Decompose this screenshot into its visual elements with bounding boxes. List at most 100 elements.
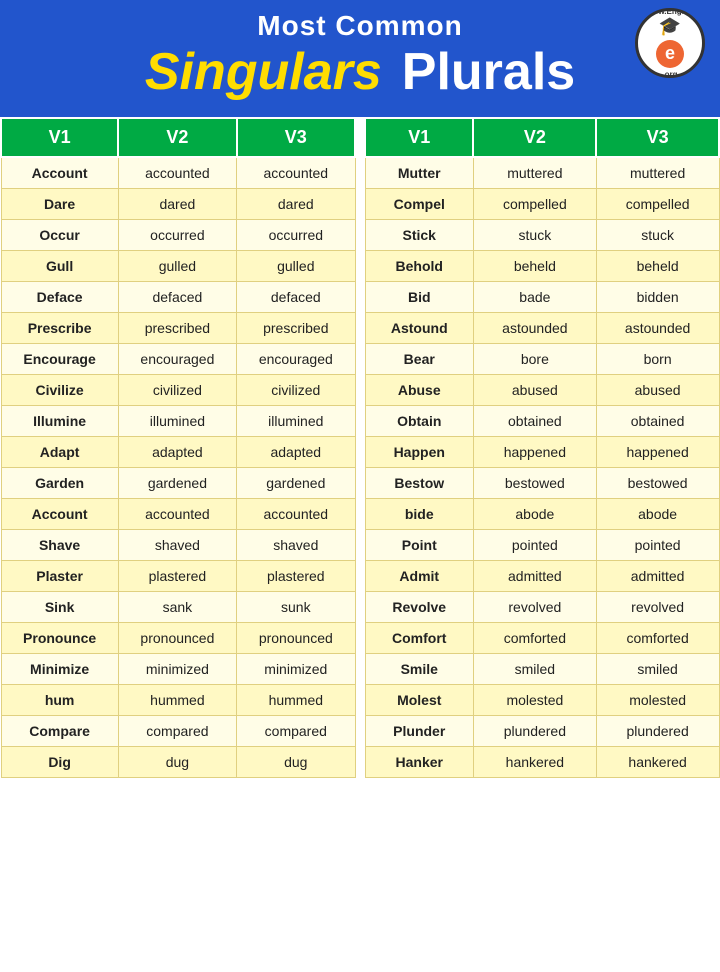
table-row: Gullgulledgulled — [1, 251, 355, 282]
header-subtitle: Singulars Plurals — [20, 42, 700, 102]
v3-cell: abode — [596, 499, 719, 530]
v2-cell: prescribed — [118, 313, 236, 344]
v1-cell: Sink — [1, 592, 118, 623]
v2-cell: pointed — [473, 530, 596, 561]
table-row: Illumineilluminedillumined — [1, 406, 355, 437]
table-row: Compelcompelledcompelled — [365, 189, 719, 220]
table-row: Defacedefaceddefaced — [1, 282, 355, 313]
v1-cell: Deface — [1, 282, 118, 313]
v3-cell: revolved — [596, 592, 719, 623]
v3-cell: dared — [237, 189, 355, 220]
v1-cell: Shave — [1, 530, 118, 561]
v1-cell: Pronounce — [1, 623, 118, 654]
v2-cell: astounded — [473, 313, 596, 344]
v3-cell: smiled — [596, 654, 719, 685]
v2-cell: stuck — [473, 220, 596, 251]
v2-cell: illumined — [118, 406, 236, 437]
table-row: Plunderplunderedplundered — [365, 716, 719, 747]
v1-cell: Account — [1, 157, 118, 189]
v3-cell: sunk — [237, 592, 355, 623]
table-row: Smilesmiledsmiled — [365, 654, 719, 685]
v2-cell: sank — [118, 592, 236, 623]
left-table-header: V1 V2 V3 — [1, 118, 355, 157]
v1-cell: Astound — [365, 313, 473, 344]
v3-cell: pronounced — [237, 623, 355, 654]
v1-cell: Gull — [1, 251, 118, 282]
right-table-body: MuttermutteredmutteredCompelcompelledcom… — [365, 157, 719, 778]
v1-cell: Adapt — [1, 437, 118, 468]
table-row: Accountaccountedaccounted — [1, 499, 355, 530]
table-row: bideabodeabode — [365, 499, 719, 530]
table-row: Revolverevolvedrevolved — [365, 592, 719, 623]
v3-cell: born — [596, 344, 719, 375]
v1-cell: Minimize — [1, 654, 118, 685]
v1-cell: Mutter — [365, 157, 473, 189]
engdic-logo: www.EngDic 🎓 e .org — [635, 8, 705, 78]
table-row: Adaptadaptedadapted — [1, 437, 355, 468]
table-row: Civilizecivilizedcivilized — [1, 375, 355, 406]
table-row: Gardengardenedgardened — [1, 468, 355, 499]
v1-cell: Bestow — [365, 468, 473, 499]
v1-cell: bide — [365, 499, 473, 530]
table-row: Comparecomparedcompared — [1, 716, 355, 747]
v2-cell: bore — [473, 344, 596, 375]
v3-cell: plastered — [237, 561, 355, 592]
v2-cell: hankered — [473, 747, 596, 778]
v2-cell: beheld — [473, 251, 596, 282]
v3-cell: gardened — [237, 468, 355, 499]
left-table: V1 V2 V3 AccountaccountedaccountedDareda… — [0, 117, 356, 778]
left-table-body: AccountaccountedaccountedDaredareddaredO… — [1, 157, 355, 778]
logo-cap-icon: 🎓 — [646, 16, 694, 38]
v2-cell: defaced — [118, 282, 236, 313]
v1-cell: Bid — [365, 282, 473, 313]
table-row: Beholdbeheldbeheld — [365, 251, 719, 282]
table-row: Comfortcomfortedcomforted — [365, 623, 719, 654]
v2-cell: shaved — [118, 530, 236, 561]
v3-cell: encouraged — [237, 344, 355, 375]
v3-cell: compelled — [596, 189, 719, 220]
table-row: Sinksanksunk — [1, 592, 355, 623]
v2-cell: occurred — [118, 220, 236, 251]
v1-cell: Molest — [365, 685, 473, 716]
v1-cell: Encourage — [1, 344, 118, 375]
v3-cell: accounted — [237, 499, 355, 530]
right-table-header: V1 V2 V3 — [365, 118, 719, 157]
most-common-title: Most Common — [20, 10, 700, 42]
v3-cell: civilized — [237, 375, 355, 406]
v2-cell: pronounced — [118, 623, 236, 654]
v2-cell: gardened — [118, 468, 236, 499]
v3-cell: gulled — [237, 251, 355, 282]
v1-cell: Bear — [365, 344, 473, 375]
singulars-label: Singulars — [145, 42, 382, 102]
table-row: Obtainobtainedobtained — [365, 406, 719, 437]
v3-cell: prescribed — [237, 313, 355, 344]
table-row: humhummedhummed — [1, 685, 355, 716]
table-row: Daredareddared — [1, 189, 355, 220]
page-header: Most Common Singulars Plurals www.EngDic… — [0, 0, 720, 117]
v2-cell: abused — [473, 375, 596, 406]
left-col-v3: V3 — [237, 118, 355, 157]
main-content: V1 V2 V3 AccountaccountedaccountedDareda… — [0, 117, 720, 972]
v2-cell: smiled — [473, 654, 596, 685]
v3-cell: shaved — [237, 530, 355, 561]
v3-cell: accounted — [237, 157, 355, 189]
table-divider — [356, 117, 364, 972]
table-row: Admitadmittedadmitted — [365, 561, 719, 592]
v1-cell: Revolve — [365, 592, 473, 623]
table-row: Stickstuckstuck — [365, 220, 719, 251]
v3-cell: pointed — [596, 530, 719, 561]
table-row: Astoundastoundedastounded — [365, 313, 719, 344]
v1-cell: Dare — [1, 189, 118, 220]
table-row: Hankerhankeredhankered — [365, 747, 719, 778]
v1-cell: Occur — [1, 220, 118, 251]
v3-cell: bidden — [596, 282, 719, 313]
v3-cell: beheld — [596, 251, 719, 282]
table-row: Prescribeprescribedprescribed — [1, 313, 355, 344]
v2-cell: compared — [118, 716, 236, 747]
v2-cell: molested — [473, 685, 596, 716]
v1-cell: Obtain — [365, 406, 473, 437]
v3-cell: hummed — [237, 685, 355, 716]
v2-cell: dared — [118, 189, 236, 220]
v1-cell: Stick — [365, 220, 473, 251]
left-col-v2: V2 — [118, 118, 236, 157]
